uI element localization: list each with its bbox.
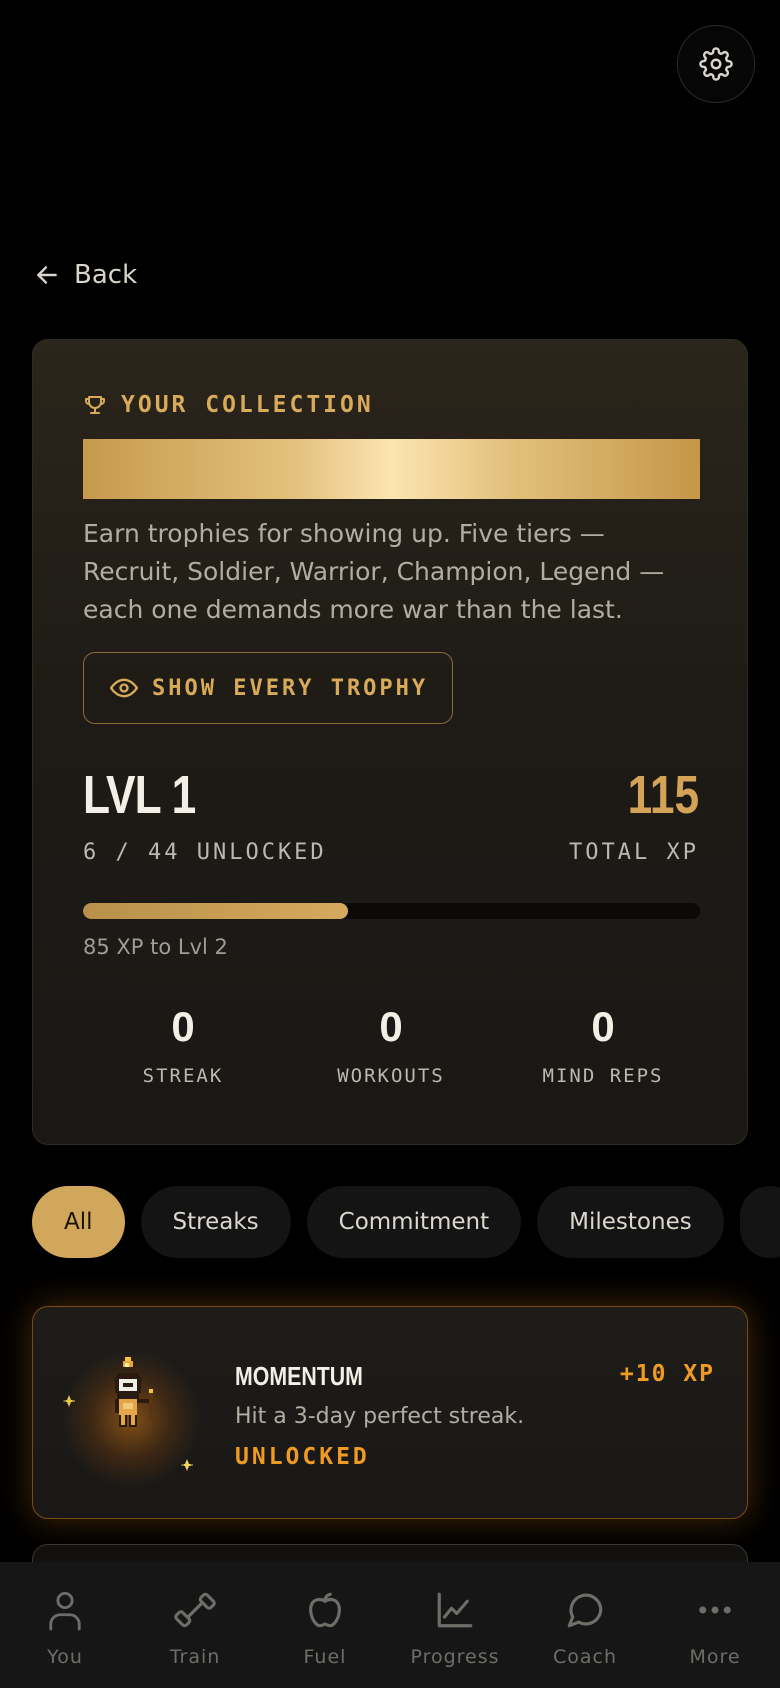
filter-chip-milestones[interactable]: Milestones — [537, 1186, 724, 1258]
arrow-left-icon — [37, 266, 57, 284]
nav-label-more: More — [689, 1646, 741, 1668]
apple-icon — [303, 1588, 347, 1632]
gold-divider-bar — [83, 439, 700, 499]
bottom-nav: You Train Fuel Progress Coach More — [0, 1562, 780, 1688]
filter-chip-commitment[interactable]: Commitment — [306, 1186, 522, 1258]
collection-header: YOUR COLLECTION — [83, 392, 374, 418]
stat-streak: 0 STREAK — [83, 1003, 283, 1087]
nav-label-you: You — [47, 1646, 83, 1668]
total-xp-value: 115 — [627, 765, 699, 825]
stat-streak-label: STREAK — [142, 1065, 224, 1087]
nav-item-fuel[interactable]: Fuel — [260, 1562, 390, 1688]
chart-icon — [433, 1588, 477, 1632]
filter-chip-streaks[interactable]: Streaks — [140, 1186, 291, 1258]
stat-mind-reps-label: MIND REPS — [542, 1065, 664, 1087]
collection-description: Earn trophies for showing up. Five tiers… — [83, 519, 665, 624]
progress-caption: 85 XP to Lvl 2 — [83, 935, 228, 959]
trophy-icon — [85, 396, 105, 414]
stat-mind-reps-value: 0 — [591, 1003, 615, 1050]
back-label: Back — [74, 260, 138, 290]
collection-title: YOUR COLLECTION — [121, 392, 374, 418]
dumbbell-icon — [173, 1588, 217, 1632]
achievement-title: MOMENTUM — [235, 1361, 363, 1391]
nav-item-progress[interactable]: Progress — [390, 1562, 520, 1688]
level-text: LVL 1 — [83, 765, 196, 825]
achievement-status: UNLOCKED — [235, 1444, 370, 1470]
stat-workouts: 0 WORKOUTS — [291, 1003, 491, 1087]
nav-item-you[interactable]: You — [0, 1562, 130, 1688]
unlocked-count: 6 / 44 UNLOCKED — [83, 840, 327, 865]
filter-chip-overflow[interactable] — [739, 1186, 780, 1258]
nav-label-fuel: Fuel — [303, 1646, 347, 1668]
settings-button[interactable] — [677, 25, 755, 103]
stat-mind-reps: 0 MIND REPS — [503, 1003, 703, 1087]
collection-card: YOUR COLLECTION Earn trophies for showin… — [32, 339, 748, 1145]
more-dots-icon — [693, 1588, 737, 1632]
show-every-trophy-button[interactable]: SHOW EVERY TROPHY — [83, 652, 453, 724]
gear-icon — [699, 47, 733, 81]
torch-warrior-badge — [61, 1349, 201, 1489]
chat-bubble-icon — [563, 1588, 607, 1632]
nav-label-coach: Coach — [552, 1646, 618, 1668]
nav-item-more[interactable]: More — [650, 1562, 780, 1688]
person-icon — [43, 1588, 87, 1632]
nav-item-coach[interactable]: Coach — [520, 1562, 650, 1688]
achievement-description: Hit a 3-day perfect streak. — [235, 1404, 525, 1429]
nav-label-train: Train — [169, 1646, 221, 1668]
level-progress-fill — [83, 903, 349, 919]
total-xp-label: TOTAL XP — [569, 840, 699, 865]
show-every-trophy-label: SHOW EVERY TROPHY — [152, 675, 429, 701]
level-progress-bar — [83, 903, 700, 919]
eye-icon — [110, 678, 138, 698]
achievement-card[interactable]: MOMENTUM Hit a 3-day perfect streak. UNL… — [32, 1306, 748, 1519]
filter-chip-all[interactable]: All — [32, 1186, 125, 1258]
filter-chip-row: All Streaks Commitment Milestones — [32, 1186, 780, 1258]
nav-item-train[interactable]: Train — [130, 1562, 260, 1688]
nav-label-progress: Progress — [410, 1646, 500, 1668]
achievement-xp: +10 XP — [619, 1361, 715, 1387]
stat-streak-value: 0 — [171, 1003, 195, 1050]
stat-workouts-value: 0 — [379, 1003, 403, 1050]
stat-workouts-label: WORKOUTS — [337, 1065, 445, 1087]
back-link[interactable]: Back — [34, 256, 137, 294]
